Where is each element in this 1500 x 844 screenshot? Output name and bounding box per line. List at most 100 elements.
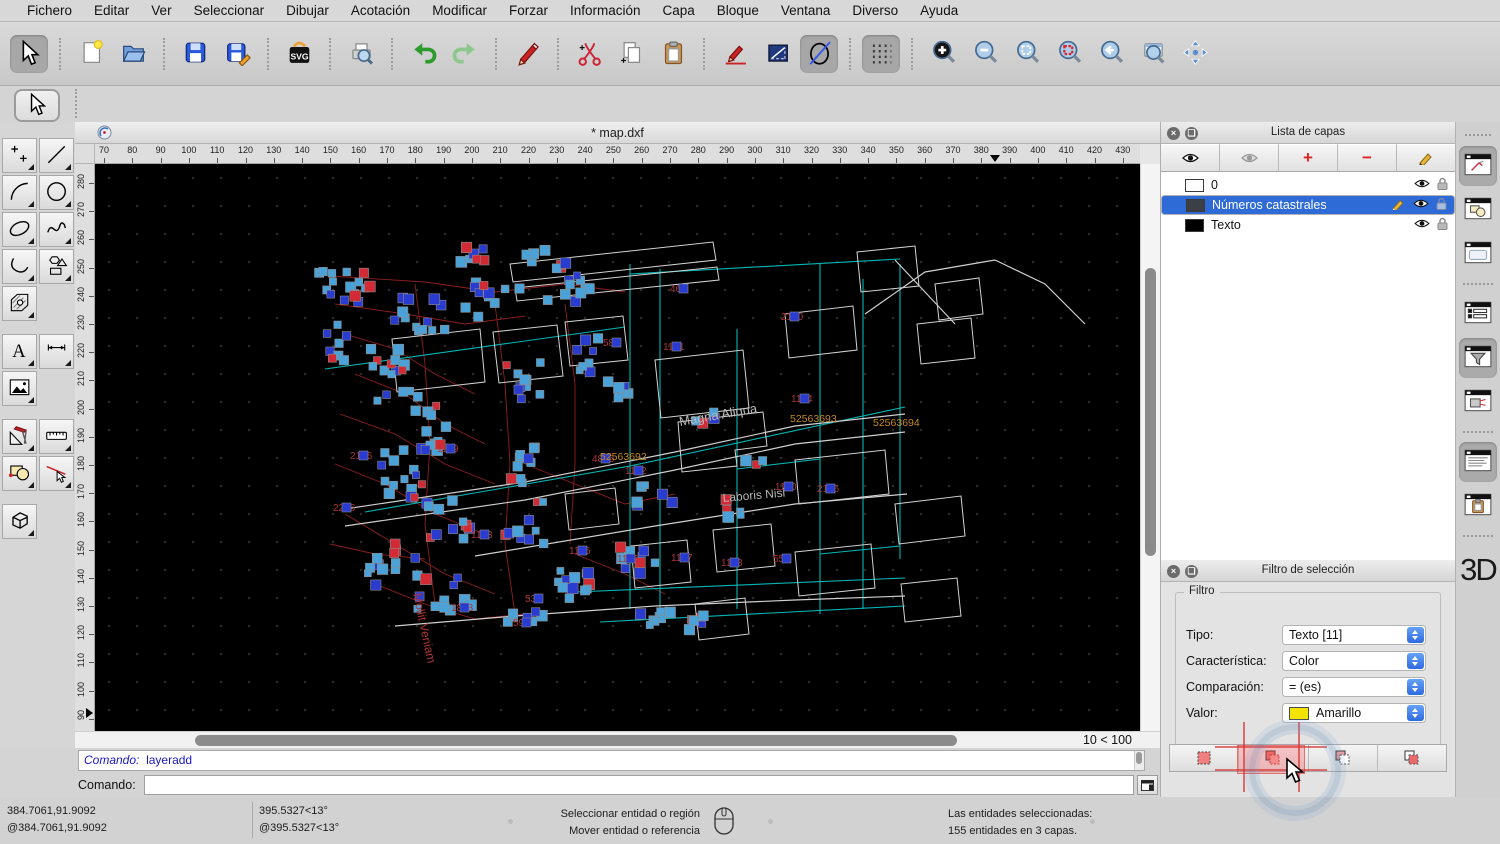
tool-arc-button[interactable]: [1, 175, 37, 210]
tool-hatch-button[interactable]: [1, 286, 37, 321]
menu-bloque[interactable]: Bloque: [706, 3, 770, 18]
draw-line-red-button[interactable]: [716, 35, 754, 73]
vertical-scrollbar[interactable]: [1140, 164, 1160, 731]
print-preview-button[interactable]: [342, 35, 380, 73]
eye-icon[interactable]: [1414, 178, 1430, 192]
drawing-canvas[interactable]: 2166118958311014652160110448051102110021…: [95, 164, 1140, 731]
dock-tool-button[interactable]: [1459, 382, 1497, 422]
menu-ver[interactable]: Ver: [140, 3, 182, 18]
tool-polyline-button[interactable]: [1, 249, 37, 284]
new-file-button[interactable]: [72, 35, 110, 73]
save-as-button[interactable]: [218, 35, 256, 73]
detach-icon[interactable]: ❏: [1185, 127, 1198, 140]
dock-clipboard-icon: [1463, 491, 1493, 521]
dock-library-button[interactable]: [1459, 234, 1497, 274]
tool-dimension-button[interactable]: [38, 334, 74, 369]
lock-icon[interactable]: [1436, 197, 1447, 213]
detach-icon[interactable]: ❏: [1185, 565, 1198, 578]
layer-row-texto[interactable]: Texto: [1161, 215, 1455, 235]
select-matching-button[interactable]: [1170, 745, 1240, 771]
dock-clipboard-button[interactable]: [1459, 486, 1497, 526]
lock-icon[interactable]: [1437, 177, 1448, 193]
open-folder-button[interactable]: [114, 35, 152, 73]
comparacion-dropdown[interactable]: = (es): [1282, 677, 1426, 697]
zoom-out-button[interactable]: [966, 35, 1004, 73]
menu-editar[interactable]: Editar: [83, 3, 140, 18]
paste-button[interactable]: [654, 35, 692, 73]
menu-informacion[interactable]: Información: [559, 3, 652, 18]
dock-list-button[interactable]: [1459, 294, 1497, 334]
menu-ventana[interactable]: Ventana: [770, 3, 842, 18]
layer-color-swatch: [1185, 178, 1204, 192]
edit-layer-button[interactable]: [1397, 144, 1455, 171]
eye-icon[interactable]: [1413, 198, 1429, 212]
ellipse-slash-button[interactable]: [800, 34, 838, 73]
menu-acotacion[interactable]: Acotación: [340, 3, 421, 18]
tool-circle-button[interactable]: [38, 175, 74, 210]
intersect-selection-button[interactable]: [1378, 745, 1446, 771]
menu-capa[interactable]: Capa: [652, 3, 706, 18]
cut-button[interactable]: [570, 35, 608, 73]
menu-diverso[interactable]: Diverso: [841, 3, 909, 18]
open-folder-icon: [120, 39, 147, 69]
command-options-button[interactable]: [1137, 775, 1158, 795]
tool-boolean-button[interactable]: [1, 456, 37, 491]
status-separator: [252, 802, 253, 838]
hide-all-layers-button[interactable]: [1220, 144, 1279, 171]
tool-text-button[interactable]: A: [1, 334, 37, 369]
grid-dots-button[interactable]: [862, 34, 900, 73]
menu-seleccionar[interactable]: Seleccionar: [183, 3, 276, 18]
horizontal-scrollbar[interactable]: 10 < 100: [75, 731, 1160, 748]
caracteristica-dropdown[interactable]: Color: [1282, 651, 1426, 671]
menu-fichero[interactable]: Fichero: [16, 3, 83, 18]
tool-cad-tools-button[interactable]: [1, 419, 37, 454]
command-input[interactable]: [144, 775, 1134, 795]
zoom-window-button[interactable]: [1134, 35, 1172, 73]
tool-measure-button[interactable]: [38, 419, 74, 454]
zoom-in-button[interactable]: [924, 35, 962, 73]
tool-line-button[interactable]: [38, 138, 74, 173]
tipo-dropdown[interactable]: Texto [11]: [1282, 625, 1426, 645]
add-layer-button[interactable]: +: [1279, 144, 1338, 171]
close-icon[interactable]: ×: [1167, 127, 1180, 140]
tool-trim-button[interactable]: [38, 456, 74, 491]
layer-row-numeros-catastrales[interactable]: Números catastrales: [1161, 195, 1455, 215]
select-arrow-button[interactable]: [10, 34, 48, 73]
menu-dibujar[interactable]: Dibujar: [275, 3, 340, 18]
undo-button[interactable]: [404, 35, 442, 73]
pan-button[interactable]: [1176, 35, 1214, 73]
save-button[interactable]: [176, 35, 214, 73]
svg-export-button[interactable]: SVG: [280, 35, 318, 73]
show-all-layers-button[interactable]: [1161, 144, 1220, 171]
zoom-previous-button[interactable]: [1092, 35, 1130, 73]
lock-icon[interactable]: [1437, 217, 1448, 233]
horizontal-scrollbar-thumb[interactable]: [195, 735, 957, 746]
valor-dropdown[interactable]: Amarillo: [1282, 703, 1426, 723]
polyline-blue-button[interactable]: [758, 35, 796, 73]
zoom-selection-button[interactable]: [1050, 35, 1088, 73]
dock-blocks-button[interactable]: [1459, 190, 1497, 230]
tool-ellipse-button[interactable]: [1, 212, 37, 247]
redo-button[interactable]: [446, 35, 484, 73]
tool-box3d-button[interactable]: [1, 504, 37, 539]
copy-button[interactable]: [612, 35, 650, 73]
selection-tool-button[interactable]: [14, 89, 60, 122]
dock-cmd-button[interactable]: [1459, 442, 1497, 482]
menu-ayuda[interactable]: Ayuda: [909, 3, 969, 18]
vertical-scrollbar-thumb[interactable]: [1145, 268, 1156, 556]
tool-image-button[interactable]: [1, 371, 37, 406]
tool-points-button[interactable]: [1, 138, 37, 173]
menu-forzar[interactable]: Forzar: [498, 3, 559, 18]
eye-icon[interactable]: [1414, 218, 1430, 232]
history-scrollbar[interactable]: [1134, 751, 1144, 770]
pencil-red-button[interactable]: [508, 35, 546, 73]
dock-draw-button[interactable]: [1459, 146, 1497, 186]
layer-row-0[interactable]: 0: [1161, 175, 1455, 195]
tool-shapes-button[interactable]: [38, 249, 74, 284]
close-icon[interactable]: ×: [1167, 565, 1180, 578]
tool-spline-button[interactable]: [38, 212, 74, 247]
zoom-fit-button[interactable]: [1008, 35, 1046, 73]
menu-modificar[interactable]: Modificar: [421, 3, 498, 18]
remove-layer-button[interactable]: −: [1338, 144, 1397, 171]
dock-filter-button[interactable]: [1459, 338, 1497, 378]
